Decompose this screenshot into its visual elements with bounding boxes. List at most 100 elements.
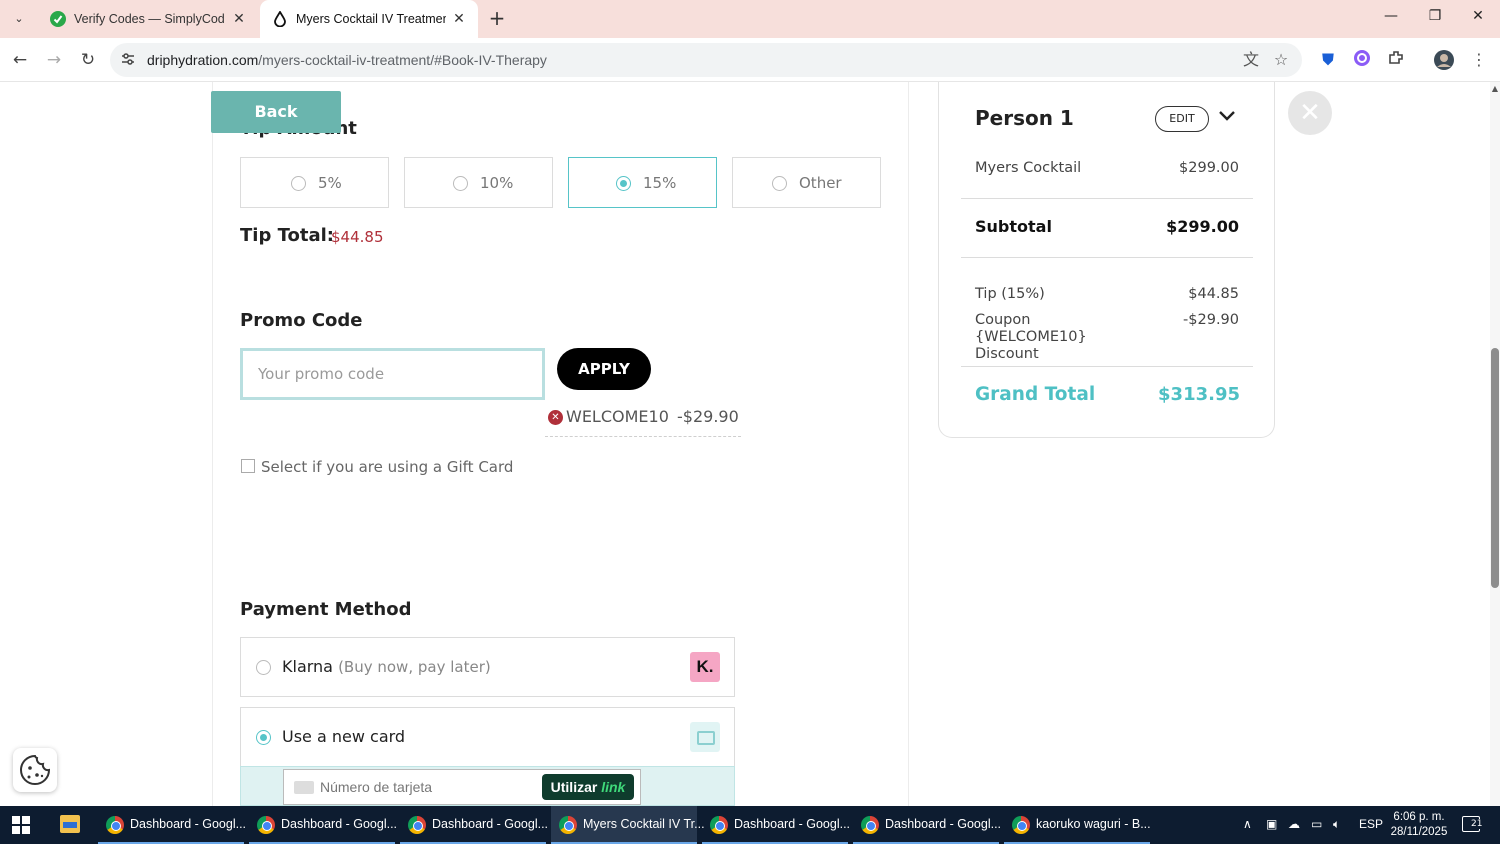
- taskbar-app-chrome-active[interactable]: Myers Cocktail IV Tr...: [551, 806, 705, 844]
- tip-label: Tip (15%): [975, 286, 1045, 302]
- close-icon[interactable]: ✕: [1288, 91, 1332, 135]
- taskbar-app-chrome[interactable]: kaoruko waguri - B...: [1004, 806, 1151, 844]
- radio-button-selected[interactable]: [616, 176, 631, 191]
- tip-option-10[interactable]: 10%: [404, 157, 553, 208]
- scrollbar-thumb[interactable]: [1491, 348, 1499, 588]
- radio-button[interactable]: [291, 176, 306, 191]
- tray-overflow-chevron-icon[interactable]: ∧: [1243, 817, 1252, 831]
- new-card-label: Use a new card: [282, 727, 406, 746]
- close-tab-icon[interactable]: ✕: [450, 9, 468, 27]
- divider: [961, 257, 1253, 258]
- new-tab-button[interactable]: +: [486, 8, 508, 30]
- apply-button[interactable]: APPLY: [557, 348, 651, 390]
- close-tab-icon[interactable]: ✕: [230, 9, 248, 27]
- coupon-discount-value: -$29.90: [1183, 312, 1239, 328]
- cookie-icon: [20, 754, 51, 785]
- back-button[interactable]: Back: [211, 91, 341, 133]
- chrome-icon: [861, 816, 879, 834]
- chrome-icon: [106, 816, 124, 834]
- scroll-up-arrow-icon[interactable]: ▲: [1491, 84, 1499, 93]
- forward-arrow-icon[interactable]: →: [42, 48, 66, 72]
- tab-title: Myers Cocktail IV Treatment | D: [296, 12, 446, 26]
- taskbar-app-label: Dashboard - Googl...: [281, 817, 398, 831]
- chrome-icon: [710, 816, 728, 834]
- booking-page: Tip Amount Back 5% 10% 15% Other Tip Tot…: [0, 82, 1490, 806]
- taskbar-app-label: Myers Cocktail IV Tr...: [583, 817, 705, 831]
- promo-code-heading: Promo Code: [240, 310, 363, 331]
- radio-button-selected[interactable]: [256, 730, 271, 745]
- taskbar-app-chrome[interactable]: Dashboard - Googl...: [400, 806, 548, 844]
- coupon-code: WELCOME10: [566, 407, 669, 426]
- taskbar-app-chrome[interactable]: Dashboard - Googl...: [249, 806, 398, 844]
- use-link-button[interactable]: Utilizar link: [542, 774, 634, 800]
- browser-menu-icon[interactable]: ⋮: [1468, 49, 1490, 71]
- promo-code-input[interactable]: [240, 348, 545, 400]
- windows-start-icon[interactable]: [12, 816, 30, 834]
- tip-option-label: 5%: [318, 174, 342, 192]
- klarna-logo-icon: K.: [690, 652, 720, 682]
- link-brand-text: link: [601, 779, 626, 795]
- radio-button[interactable]: [256, 660, 271, 675]
- translate-icon[interactable]: 文: [1240, 49, 1262, 71]
- browser-tab-bar: ⌄ Verify Codes — SimplyCodes ✕ Myers Coc…: [0, 0, 1500, 38]
- tab-simplycodes[interactable]: Verify Codes — SimplyCodes ✕: [38, 0, 258, 38]
- radio-button[interactable]: [772, 176, 787, 191]
- card-number-placeholder: Número de tarjeta: [320, 779, 433, 795]
- payment-option-new-card[interactable]: Use a new card: [240, 707, 735, 767]
- notifications-icon[interactable]: 21: [1462, 816, 1484, 832]
- reload-icon[interactable]: ↻: [76, 48, 100, 72]
- subtotal-row: Subtotal $299.00: [975, 217, 1239, 236]
- bookmark-star-icon[interactable]: ☆: [1270, 49, 1292, 71]
- tip-option-other[interactable]: Other: [732, 157, 881, 208]
- chrome-icon: [408, 816, 426, 834]
- minimize-icon[interactable]: —: [1376, 8, 1406, 30]
- tab-myers-cocktail[interactable]: Myers Cocktail IV Treatment | D ✕: [260, 0, 478, 38]
- back-arrow-icon[interactable]: ←: [8, 48, 32, 72]
- remove-coupon-icon[interactable]: ✕: [548, 410, 563, 425]
- summary-item-row: Myers Cocktail $299.00: [975, 160, 1239, 176]
- page-scrollbar[interactable]: ▲: [1490, 82, 1500, 806]
- tip-total-value: $44.85: [331, 228, 384, 246]
- taskbar-app-chrome[interactable]: Dashboard - Googl...: [853, 806, 1001, 844]
- tab-search-chevron-icon[interactable]: ⌄: [8, 9, 30, 29]
- taskbar-app-chrome[interactable]: Dashboard - Googl...: [98, 806, 247, 844]
- meet-now-icon[interactable]: ▣: [1266, 817, 1277, 831]
- system-clock[interactable]: 6:06 p. m. 28/11/2025: [1388, 810, 1450, 840]
- tip-total-label: Tip Total:: [240, 225, 334, 246]
- radio-button[interactable]: [453, 176, 468, 191]
- gift-card-label[interactable]: Select if you are using a Gift Card: [261, 458, 513, 476]
- shield-extension-icon[interactable]: ⛊: [1317, 49, 1339, 71]
- taskbar-app-chrome[interactable]: Dashboard - Googl...: [702, 806, 850, 844]
- extensions-puzzle-icon[interactable]: [1385, 49, 1407, 71]
- tip-row: Tip (15%) $44.85: [975, 286, 1239, 302]
- taskbar-app-label: kaoruko waguri - B...: [1036, 817, 1151, 831]
- drip-favicon-icon: [274, 11, 286, 27]
- profile-avatar-icon[interactable]: [1433, 49, 1455, 71]
- payment-option-klarna[interactable]: Klarna (Buy now, pay later) K.: [240, 637, 735, 697]
- taskbar-app-label: Dashboard - Googl...: [130, 817, 247, 831]
- site-info-icon[interactable]: [120, 51, 136, 67]
- link-button-prefix: Utilizar: [550, 779, 598, 795]
- address-bar[interactable]: driphydration.com/myers-cocktail-iv-trea…: [110, 43, 1302, 77]
- divider: [961, 366, 1253, 367]
- tip-option-5[interactable]: 5%: [240, 157, 389, 208]
- payment-method-heading: Payment Method: [240, 599, 412, 620]
- onedrive-cloud-icon[interactable]: ☁: [1288, 817, 1300, 831]
- file-explorer-icon[interactable]: [60, 815, 80, 833]
- cookie-settings-button[interactable]: [13, 748, 57, 792]
- language-indicator[interactable]: ESP: [1359, 817, 1383, 831]
- edit-button[interactable]: EDIT: [1155, 106, 1209, 132]
- tip-option-15[interactable]: 15%: [568, 157, 717, 208]
- chevron-down-icon[interactable]: [1216, 108, 1238, 130]
- payment-option-label: Klarna (Buy now, pay later): [282, 657, 491, 676]
- window-close-icon[interactable]: ✕: [1463, 8, 1493, 30]
- restore-icon[interactable]: ❐: [1420, 8, 1450, 30]
- notification-count: 21: [1470, 819, 1484, 829]
- purple-extension-icon[interactable]: [1351, 49, 1373, 71]
- summary-item-name: Myers Cocktail: [975, 160, 1082, 176]
- network-icon[interactable]: ▭: [1311, 817, 1322, 831]
- klarna-subtitle: (Buy now, pay later): [338, 658, 491, 676]
- volume-icon[interactable]: 🔈︎: [1333, 817, 1340, 832]
- gift-card-checkbox[interactable]: [241, 459, 255, 473]
- card-number-field[interactable]: Número de tarjeta Utilizar link: [283, 769, 641, 805]
